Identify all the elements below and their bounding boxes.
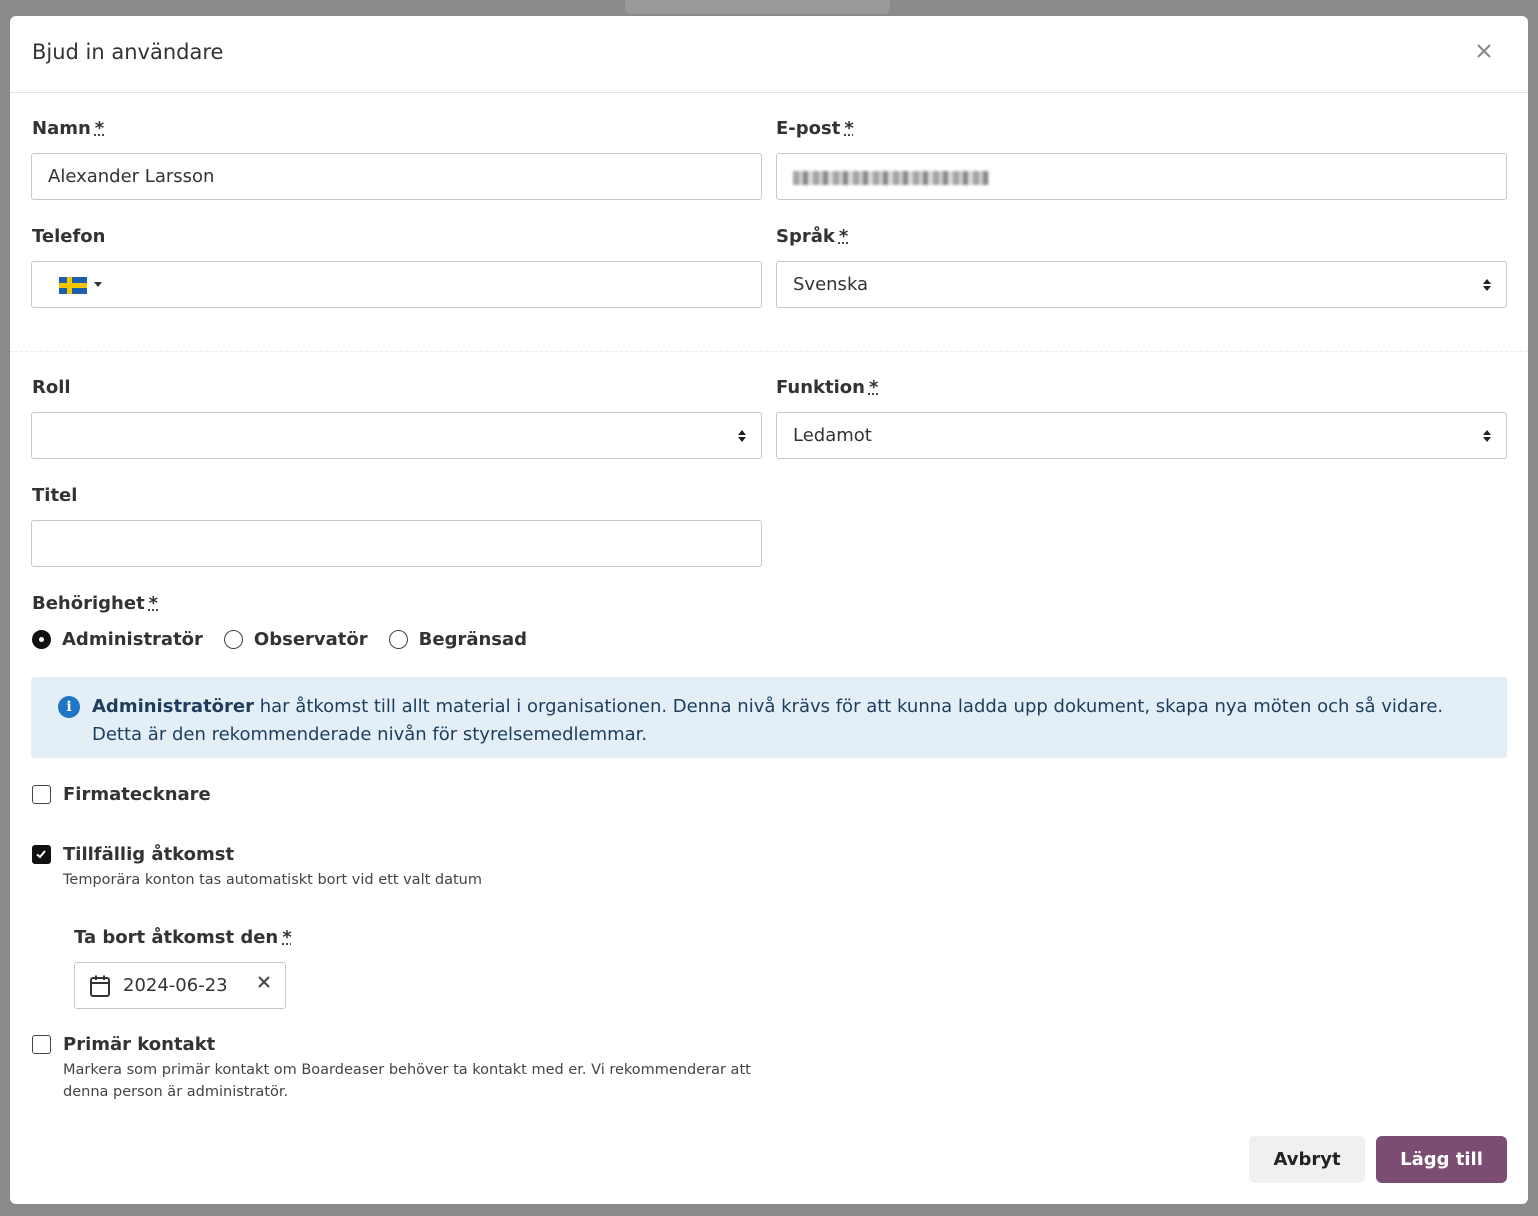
radio-button[interactable] xyxy=(223,630,243,649)
email-label: E-post * xyxy=(776,118,854,139)
close-button[interactable] xyxy=(1474,40,1494,64)
info-icon: i xyxy=(58,696,80,718)
name-label: Namn * xyxy=(32,118,104,139)
primary-contact-label: Primär kontakt xyxy=(63,1034,216,1055)
email-input[interactable] xyxy=(776,153,1507,200)
role-label: Roll xyxy=(32,377,71,398)
primary-contact-help-line2: denna person är administratör. xyxy=(63,1084,289,1100)
temporary-access-help: Temporära konton tas automatiskt bort vi… xyxy=(63,872,482,888)
required-mark: * xyxy=(282,927,292,948)
signatory-checkbox-row[interactable]: Firmatecknare xyxy=(32,784,211,805)
flag-sweden-icon[interactable] xyxy=(59,277,87,294)
temporary-access-checkbox-row[interactable]: Tillfällig åtkomst xyxy=(32,844,234,865)
select-arrows-icon xyxy=(1483,430,1491,442)
add-button[interactable]: Lägg till xyxy=(1376,1136,1507,1183)
function-label-text: Funktion xyxy=(776,377,865,398)
redacted-email xyxy=(793,171,989,185)
remove-date-input[interactable]: 2024-06-23 xyxy=(74,962,286,1009)
language-select[interactable]: Svenska xyxy=(776,261,1507,308)
signatory-label: Firmatecknare xyxy=(63,784,211,805)
radio-button-checked[interactable] xyxy=(32,630,51,649)
radio-button[interactable] xyxy=(388,630,408,649)
language-selected: Svenska xyxy=(793,274,869,295)
close-icon xyxy=(1477,43,1491,58)
info-strong: Administratörer xyxy=(92,696,254,717)
radio-label: Observatör xyxy=(253,629,368,650)
language-label: Språk * xyxy=(776,226,848,247)
caret-down-icon[interactable] xyxy=(94,282,102,287)
dialog-title: Bjud in användare xyxy=(32,40,224,64)
radio-label: Begränsad xyxy=(418,629,528,650)
required-mark: * xyxy=(868,377,879,398)
radio-observer[interactable]: Observatör xyxy=(223,629,368,650)
primary-contact-checkbox[interactable] xyxy=(32,1035,51,1054)
radio-label: Administratör xyxy=(62,629,203,650)
section-divider xyxy=(10,351,1528,352)
phone-input[interactable] xyxy=(31,261,762,308)
function-select[interactable]: Ledamot xyxy=(776,412,1507,459)
radio-administrator[interactable]: Administratör xyxy=(32,629,203,650)
permission-label-text: Behörighet xyxy=(32,593,145,614)
clear-date-button[interactable] xyxy=(257,975,271,992)
title-input[interactable] xyxy=(31,520,762,567)
permission-info-box: i Administratörer har åtkomst till allt … xyxy=(31,677,1507,758)
primary-contact-help-line1: Markera som primär kontakt om Boardeaser… xyxy=(63,1062,751,1078)
required-mark: * xyxy=(94,118,105,139)
temporary-access-label: Tillfällig åtkomst xyxy=(63,844,235,865)
temporary-access-checkbox[interactable] xyxy=(32,845,51,864)
invite-user-dialog: Bjud in användare Namn* E-post* Telefon … xyxy=(10,16,1528,1204)
required-mark: * xyxy=(844,118,854,139)
dialog-header: Bjud in användare xyxy=(10,16,1528,93)
role-select[interactable] xyxy=(31,412,762,459)
date-value: 2024-06-23 xyxy=(123,975,228,996)
remove-date-label: Ta bort åtkomst den * xyxy=(74,927,292,948)
select-arrows-icon xyxy=(1483,279,1491,291)
remove-date-label-text: Ta bort åtkomst den xyxy=(74,927,279,948)
function-label: Funktion * xyxy=(776,377,878,398)
title-label: Titel xyxy=(32,485,78,506)
calendar-icon xyxy=(90,975,110,997)
required-mark: * xyxy=(148,593,159,614)
background-page xyxy=(625,0,890,14)
phone-label: Telefon xyxy=(32,226,106,247)
select-arrows-icon xyxy=(738,430,746,442)
language-label-text: Språk xyxy=(776,226,835,247)
name-input[interactable] xyxy=(31,153,762,200)
cancel-button[interactable]: Avbryt xyxy=(1249,1136,1365,1183)
primary-contact-checkbox-row[interactable]: Primär kontakt xyxy=(32,1034,215,1055)
permission-label: Behörighet * xyxy=(32,593,158,614)
function-selected: Ledamot xyxy=(793,425,872,446)
required-mark: * xyxy=(838,226,849,247)
signatory-checkbox[interactable] xyxy=(32,785,51,804)
email-label-text: E-post xyxy=(776,118,841,139)
checkmark-icon xyxy=(36,850,46,859)
name-label-text: Namn xyxy=(32,118,91,139)
radio-limited[interactable]: Begränsad xyxy=(388,629,528,650)
info-text: har åtkomst till allt material i organis… xyxy=(92,696,1444,745)
permission-radio-group: Administratör Observatör Begränsad xyxy=(32,629,548,650)
clear-icon xyxy=(258,976,270,988)
